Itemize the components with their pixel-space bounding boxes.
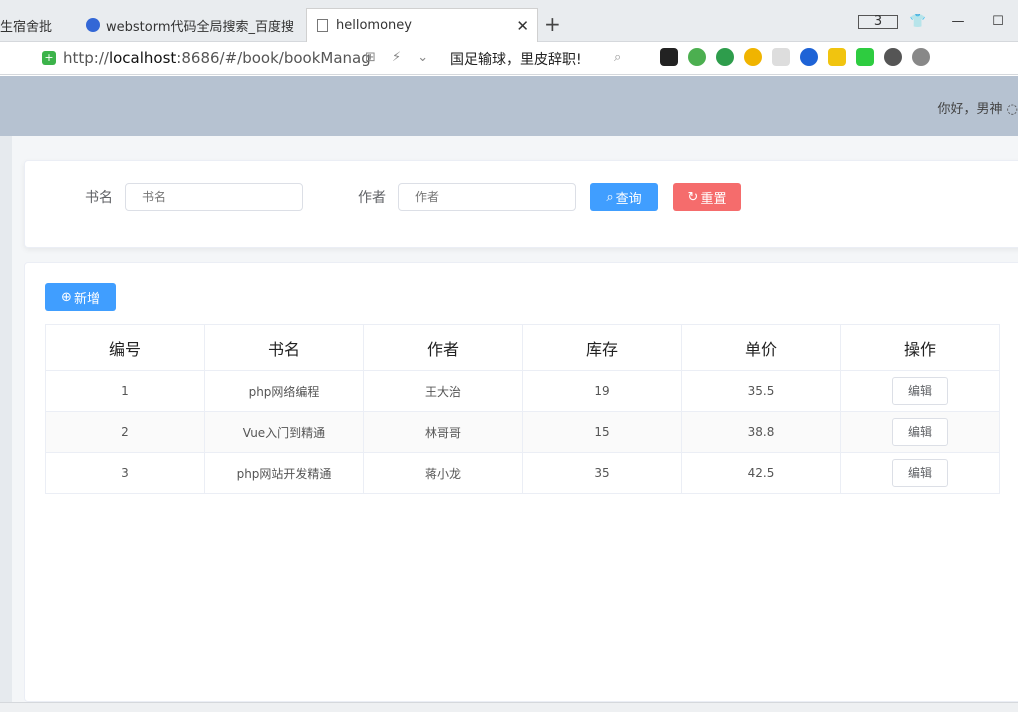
address-bar: + http://localhost:8686/#/book/bookManag… [0,42,1018,75]
book-table-card: ⊕ 新增 编号 书名 作者 库存 单价 操作 1 php网络编程 王大治 19 … [24,262,1018,702]
edit-button[interactable]: 编辑 [892,418,948,446]
coupon-icon[interactable] [744,48,762,66]
search-form-card: 书名 作者 ⌕ 查询 ↻ 重置 [24,160,1018,248]
shirt-icon[interactable]: 👕 [898,14,938,29]
magnifier-icon[interactable] [800,48,818,66]
cell-name: Vue入门到精通 [204,411,364,453]
sidebar-edge [0,136,12,702]
author-label: 作者 [358,190,386,206]
news-ticker[interactable]: 国足输球，里皮辞职! [450,49,582,69]
cell-price: 35.5 [681,370,841,412]
table-row: 3 php网站开发精通 蒋小龙 35 42.5 编辑 [45,452,1000,494]
extension-icons [660,48,930,66]
tab-hellomoney[interactable]: hellomoney ✕ [306,8,538,42]
table-row: 1 php网络编程 王大治 19 35.5 编辑 [45,370,1000,412]
column-header-stock: 库存 [522,324,682,371]
cell-price: 38.8 [681,411,841,453]
tab-dormitory[interactable]: 生宿舍批 [0,8,70,42]
new-tab-icon[interactable]: + [544,12,561,36]
undo-icon[interactable] [912,48,930,66]
game-icon[interactable] [660,48,678,66]
main-content: 书名 作者 ⌕ 查询 ↻ 重置 ⊕ 新增 编号 书名 作者 库存 单价 [0,136,1018,702]
cell-author: 王大治 [363,370,523,412]
cell-actions: 编辑 [840,411,1000,453]
maximize-icon[interactable]: ☐ [978,14,1018,29]
browser-status-bar [0,702,1018,712]
cell-id: 1 [45,370,205,412]
column-header-author: 作者 [363,324,523,371]
edit-button[interactable]: 编辑 [892,459,948,487]
minimize-icon[interactable]: — [938,14,978,29]
document-icon [317,19,328,32]
column-header-actions: 操作 [840,324,1000,371]
user-greeting[interactable]: 你好，男神 ◌ [938,98,1018,117]
cell-actions: 编辑 [840,370,1000,412]
reset-button[interactable]: ↻ 重置 [673,183,741,211]
column-header-name: 书名 [204,324,364,371]
author-input[interactable] [398,183,576,211]
browser-tab-bar: 生宿舍批 webstorm代码全局搜索_百度搜 hellomoney ✕ + 3… [0,0,1018,42]
cell-stock: 19 [522,370,682,412]
search-button[interactable]: ⌕ 查询 [590,183,658,211]
cell-author: 林哥哥 [363,411,523,453]
headphones-icon[interactable] [884,48,902,66]
tab-label: 生宿舍批 [0,19,53,35]
cell-name: php网络编程 [204,370,364,412]
cell-name: php网站开发精通 [204,452,364,494]
book-table: 编号 书名 作者 库存 单价 操作 1 php网络编程 王大治 19 35.5 … [45,324,1000,494]
cell-id: 2 [45,411,205,453]
tab-baidu-search[interactable]: webstorm代码全局搜索_百度搜 [80,8,300,42]
add-book-button[interactable]: ⊕ 新增 [45,283,116,311]
search-icon: ⌕ [606,189,614,205]
battery-icon[interactable] [856,48,874,66]
scissors-icon[interactable] [688,48,706,66]
cell-author: 蒋小龙 [363,452,523,494]
window-controls: 3 👕 — ☐ [858,0,1018,42]
book-name-input[interactable] [125,183,303,211]
cell-stock: 15 [522,411,682,453]
translate-icon[interactable] [716,48,734,66]
column-header-id: 编号 [45,324,205,371]
search-icon[interactable]: ⌕ [614,50,621,65]
column-header-price: 单价 [681,324,841,371]
tab-label: webstorm代码全局搜索_百度搜 [106,19,294,35]
cell-actions: 编辑 [840,452,1000,494]
baidu-paw-icon [86,18,100,32]
app-header: 你好，男神 ◌ [0,76,1018,136]
cell-price: 42.5 [681,452,841,494]
edit-button[interactable]: 编辑 [892,377,948,405]
apps-icon[interactable] [828,48,846,66]
plus-circle-icon: ⊕ [61,289,72,305]
book-name-label: 书名 [85,190,113,206]
refresh-icon: ↻ [687,189,699,205]
emoji-icon[interactable] [772,48,790,66]
shield-plus-icon: + [42,51,56,65]
tab-label: hellomoney [336,18,412,33]
cell-stock: 35 [522,452,682,494]
qr-lightning-icons[interactable]: ⊞ ⚡ ⌄ [365,50,434,65]
tab-count-badge[interactable]: 3 [858,14,898,29]
table-header-row: 编号 书名 作者 库存 单价 操作 [45,324,1000,371]
table-row: 2 Vue入门到精通 林哥哥 15 38.8 编辑 [45,411,1000,453]
cell-id: 3 [45,452,205,494]
url-field[interactable]: http://localhost:8686/#/book/bookManag [63,49,371,67]
close-icon[interactable]: ✕ [516,17,529,35]
